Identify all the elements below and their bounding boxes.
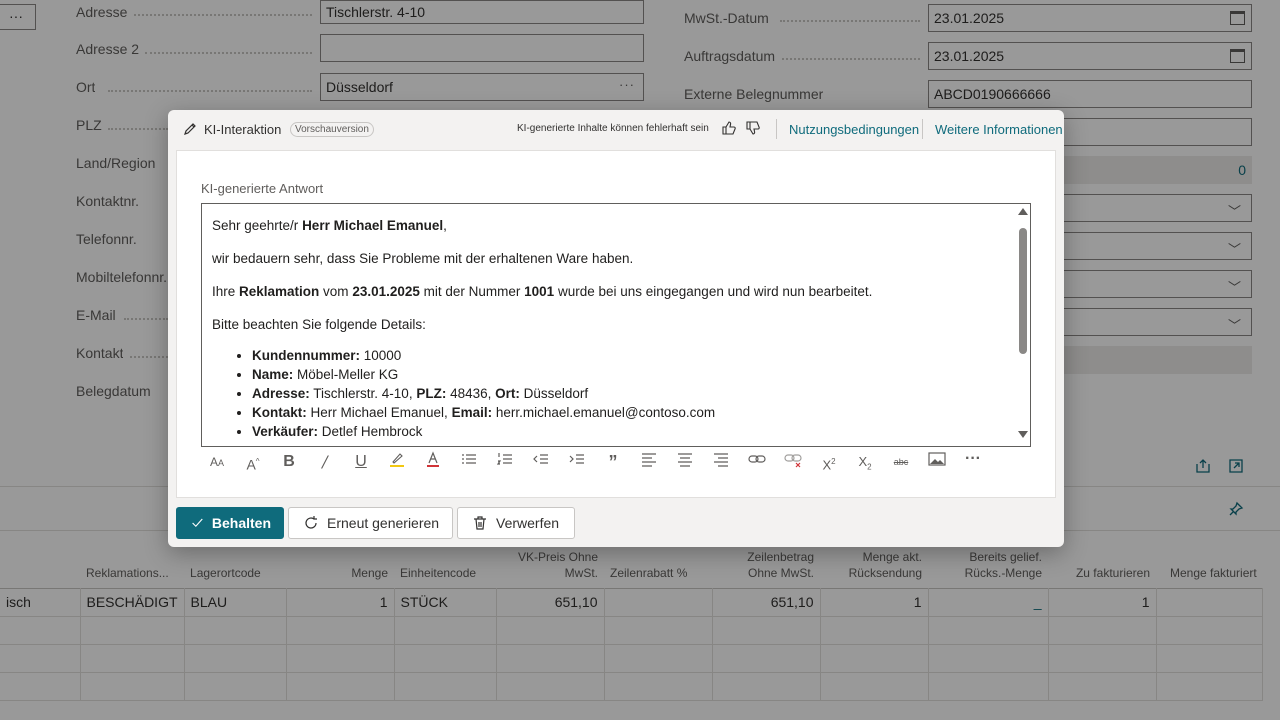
greeting: Sehr geehrte/r Herr Michael Emanuel, — [212, 218, 447, 233]
dialog-header: KI-Interaktion Vorschauversion KI-generi… — [168, 110, 1064, 148]
refresh-icon — [305, 516, 317, 529]
paragraph-2: Ihre Reklamation vom 23.01.2025 mit der … — [212, 284, 873, 299]
numbered-list-icon[interactable] — [493, 450, 517, 474]
highlight-icon[interactable] — [385, 450, 409, 474]
align-right-icon[interactable] — [709, 450, 733, 474]
scroll-up-arrow[interactable] — [1018, 208, 1028, 215]
thumbs-up-icon[interactable] — [721, 120, 737, 136]
underline-icon[interactable]: U — [349, 450, 373, 474]
response-panel: KI-generierte Antwort Sehr geehrte/r Her… — [176, 150, 1056, 498]
scrollbar-thumb[interactable] — [1019, 228, 1027, 354]
thumbs-down-icon[interactable] — [745, 120, 761, 136]
regenerate-button[interactable]: Erneut generieren — [288, 507, 453, 539]
unlink-icon[interactable] — [781, 450, 805, 474]
list-item: Kundennummer: 10000 — [252, 346, 1012, 365]
quote-icon[interactable]: ” — [601, 450, 625, 474]
keep-button-label: Behalten — [211, 515, 271, 531]
discard-button-label: Verwerfen — [496, 515, 560, 531]
list-item: Verkäufer: Detlef Hembrock — [252, 422, 1012, 441]
grow-font-icon[interactable]: A^ — [241, 450, 265, 474]
ai-warning: KI-generierte Inhalte können fehlerhaft … — [517, 123, 709, 134]
discard-button[interactable]: Verwerfen — [457, 507, 575, 539]
increase-indent-icon[interactable] — [565, 450, 589, 474]
scroll-down-arrow[interactable] — [1018, 431, 1028, 438]
preview-badge: Vorschauversion — [290, 122, 374, 137]
paragraph-3: Bitte beachten Sie folgende Details: — [212, 317, 426, 332]
regenerate-button-label: Erneut generieren — [327, 515, 440, 531]
checkmark-icon — [192, 518, 203, 528]
link-icon[interactable] — [745, 450, 769, 474]
editor-content[interactable]: Sehr geehrte/r Herr Michael Emanuel, wir… — [212, 216, 1012, 441]
separator — [776, 119, 777, 139]
subscript-icon[interactable]: X2 — [853, 450, 877, 474]
align-center-icon[interactable] — [673, 450, 697, 474]
bullet-list-icon[interactable] — [457, 450, 481, 474]
decrease-indent-icon[interactable] — [529, 450, 553, 474]
response-editor[interactable]: Sehr geehrte/r Herr Michael Emanuel, wir… — [201, 203, 1031, 447]
trash-icon — [474, 516, 486, 530]
list-item: Adresse: Tischlerstr. 4-10, PLZ: 48436, … — [252, 384, 1012, 403]
bold-icon[interactable]: B — [277, 450, 301, 474]
image-icon[interactable] — [925, 450, 949, 474]
more-options-icon[interactable]: ··· — [961, 450, 985, 474]
font-color-icon[interactable] — [421, 450, 445, 474]
list-item: Kontakt: Herr Michael Emanuel, Email: he… — [252, 403, 1012, 422]
terms-link[interactable]: Nutzungsbedingungen — [789, 122, 919, 137]
details-list: Kundennummer: 10000 Name: Möbel-Meller K… — [252, 346, 1012, 441]
paragraph-1: wir bedauern sehr, dass Sie Probleme mit… — [212, 251, 634, 266]
panel-label: KI-generierte Antwort — [201, 181, 324, 196]
ki-dialog: KI-Interaktion Vorschauversion KI-generi… — [168, 110, 1064, 547]
keep-button[interactable]: Behalten — [176, 507, 284, 539]
font-size-icon[interactable]: AA — [205, 450, 229, 474]
italic-icon[interactable]: / — [313, 450, 337, 474]
separator — [922, 119, 923, 139]
superscript-icon[interactable]: X2 — [817, 450, 841, 474]
dialog-title: KI-Interaktion — [204, 122, 282, 137]
list-item: Name: Möbel-Meller KG — [252, 365, 1012, 384]
pencil-icon — [184, 123, 196, 135]
strikethrough-icon[interactable]: abc — [889, 450, 913, 474]
format-toolbar: AA A^ B / U ” X2 X2 abc ··· — [201, 449, 1031, 475]
align-left-icon[interactable] — [637, 450, 661, 474]
more-info-link[interactable]: Weitere Informationen — [935, 122, 1063, 137]
